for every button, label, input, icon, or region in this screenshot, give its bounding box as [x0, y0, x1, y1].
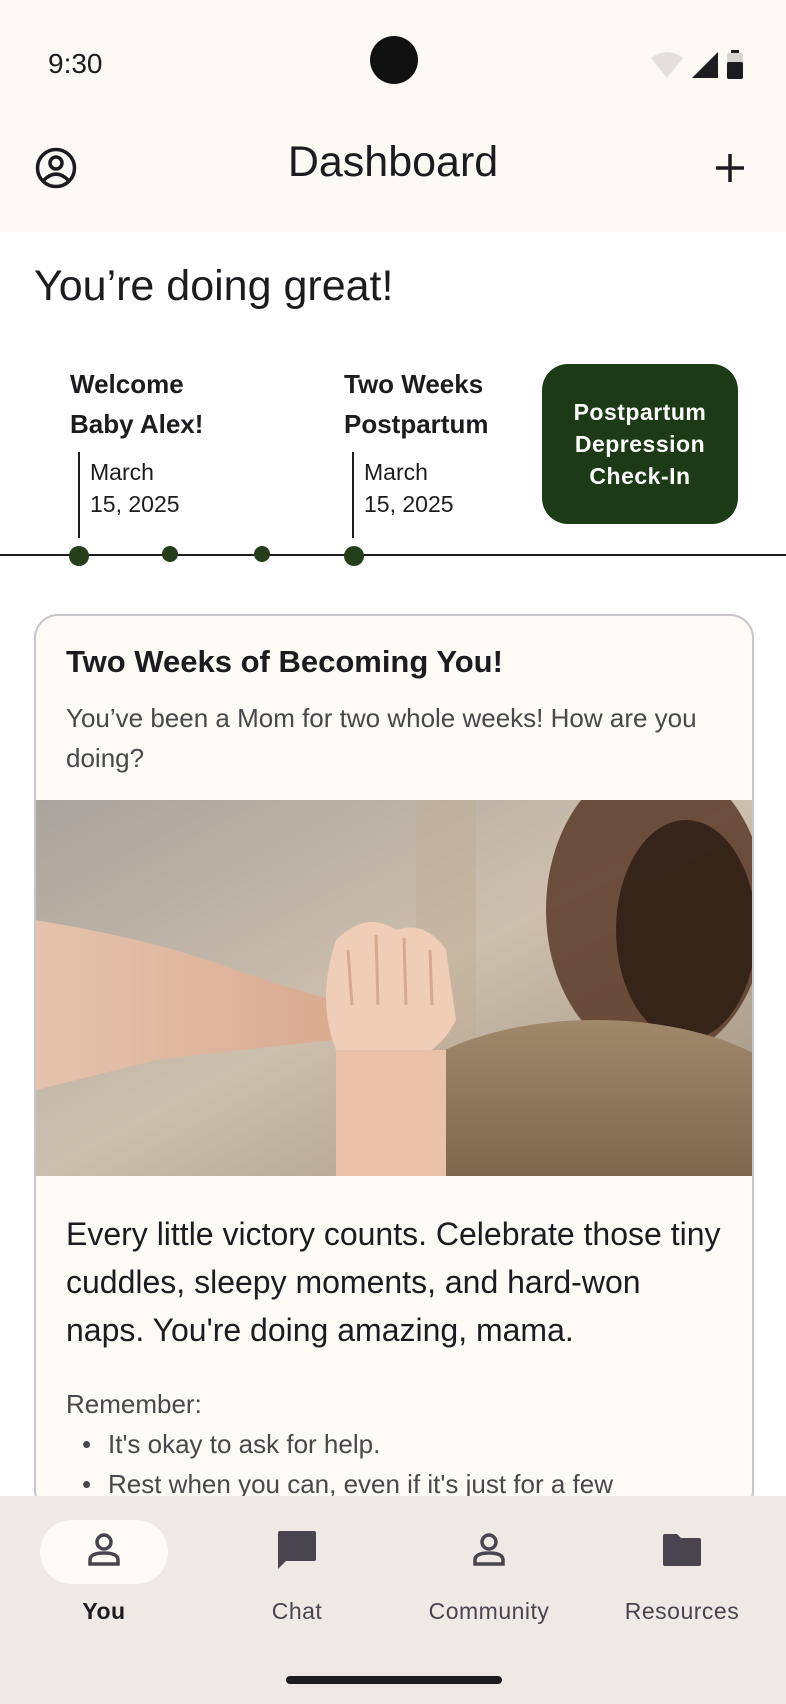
page-title: Dashboard — [287, 138, 499, 186]
nav-indicator — [425, 1520, 553, 1584]
milestone-two-weeks[interactable]: Two Weeks Postpartum March 15, 2025 — [344, 364, 488, 538]
add-icon[interactable] — [710, 148, 750, 188]
nav-indicator — [40, 1520, 168, 1584]
signal-icon — [690, 50, 720, 85]
card-body-text: Every little victory counts. Celebrate t… — [66, 1216, 721, 1348]
milestone-title: Two Weeks Postpartum — [344, 369, 489, 439]
status-time: 9:30 — [48, 48, 103, 79]
timeline-dot — [344, 546, 364, 566]
status-icons — [650, 50, 744, 85]
milestone-date: March 15, 2025 — [78, 452, 203, 538]
bottom-navigation: You Chat Community Resources — [0, 1496, 786, 1704]
remember-list: It's okay to ask for help. Rest when you… — [66, 1424, 726, 1504]
nav-indicator — [618, 1520, 746, 1584]
battery-icon — [726, 50, 744, 85]
milestone-card[interactable]: Two Weeks of Becoming You! You’ve been a… — [34, 614, 754, 1514]
milestone-date: March 15, 2025 — [352, 452, 488, 538]
timeline-line — [0, 554, 786, 556]
remember-label: Remember: — [66, 1389, 202, 1419]
nav-label: Community — [428, 1598, 550, 1624]
person-icon — [469, 1530, 509, 1575]
nav-item-community[interactable]: Community — [409, 1520, 569, 1625]
nav-item-you[interactable]: You — [24, 1520, 184, 1625]
nav-label: Resources — [624, 1598, 740, 1624]
milestone-timeline: Welcome Baby Alex! March 15, 2025 Two We… — [0, 360, 786, 580]
wifi-icon — [650, 50, 684, 85]
card-subtitle: You’ve been a Mom for two whole weeks! H… — [66, 703, 697, 773]
card-title: Two Weeks of Becoming You! — [66, 644, 503, 679]
timeline-dot — [162, 546, 178, 562]
timeline-dot — [69, 546, 89, 566]
remember-section: Remember: It's okay to ask for help. Res… — [66, 1384, 726, 1504]
baby-hand-photo — [36, 800, 752, 1176]
timeline-dot — [254, 546, 270, 562]
status-bar: 9:30 — [0, 0, 786, 124]
top-app-bar: Dashboard — [0, 124, 786, 232]
milestone-title: Welcome Baby Alex! — [70, 369, 204, 439]
home-indicator[interactable] — [286, 1676, 502, 1684]
greeting-heading: You’re doing great! — [34, 262, 394, 310]
person-icon — [84, 1530, 124, 1575]
depression-checkin-button[interactable]: Postpartum Depression Check-In — [542, 364, 738, 524]
nav-item-resources[interactable]: Resources — [602, 1520, 762, 1625]
list-item: It's okay to ask for help. — [82, 1424, 726, 1464]
nav-item-chat[interactable]: Chat — [217, 1520, 377, 1625]
camera-cutout — [370, 36, 418, 84]
milestone-welcome[interactable]: Welcome Baby Alex! March 15, 2025 — [70, 364, 203, 538]
nav-indicator — [233, 1520, 361, 1584]
nav-label: Chat — [271, 1598, 323, 1624]
nav-label: You — [82, 1598, 126, 1624]
chat-icon — [276, 1529, 318, 1576]
folder-icon — [661, 1532, 703, 1573]
